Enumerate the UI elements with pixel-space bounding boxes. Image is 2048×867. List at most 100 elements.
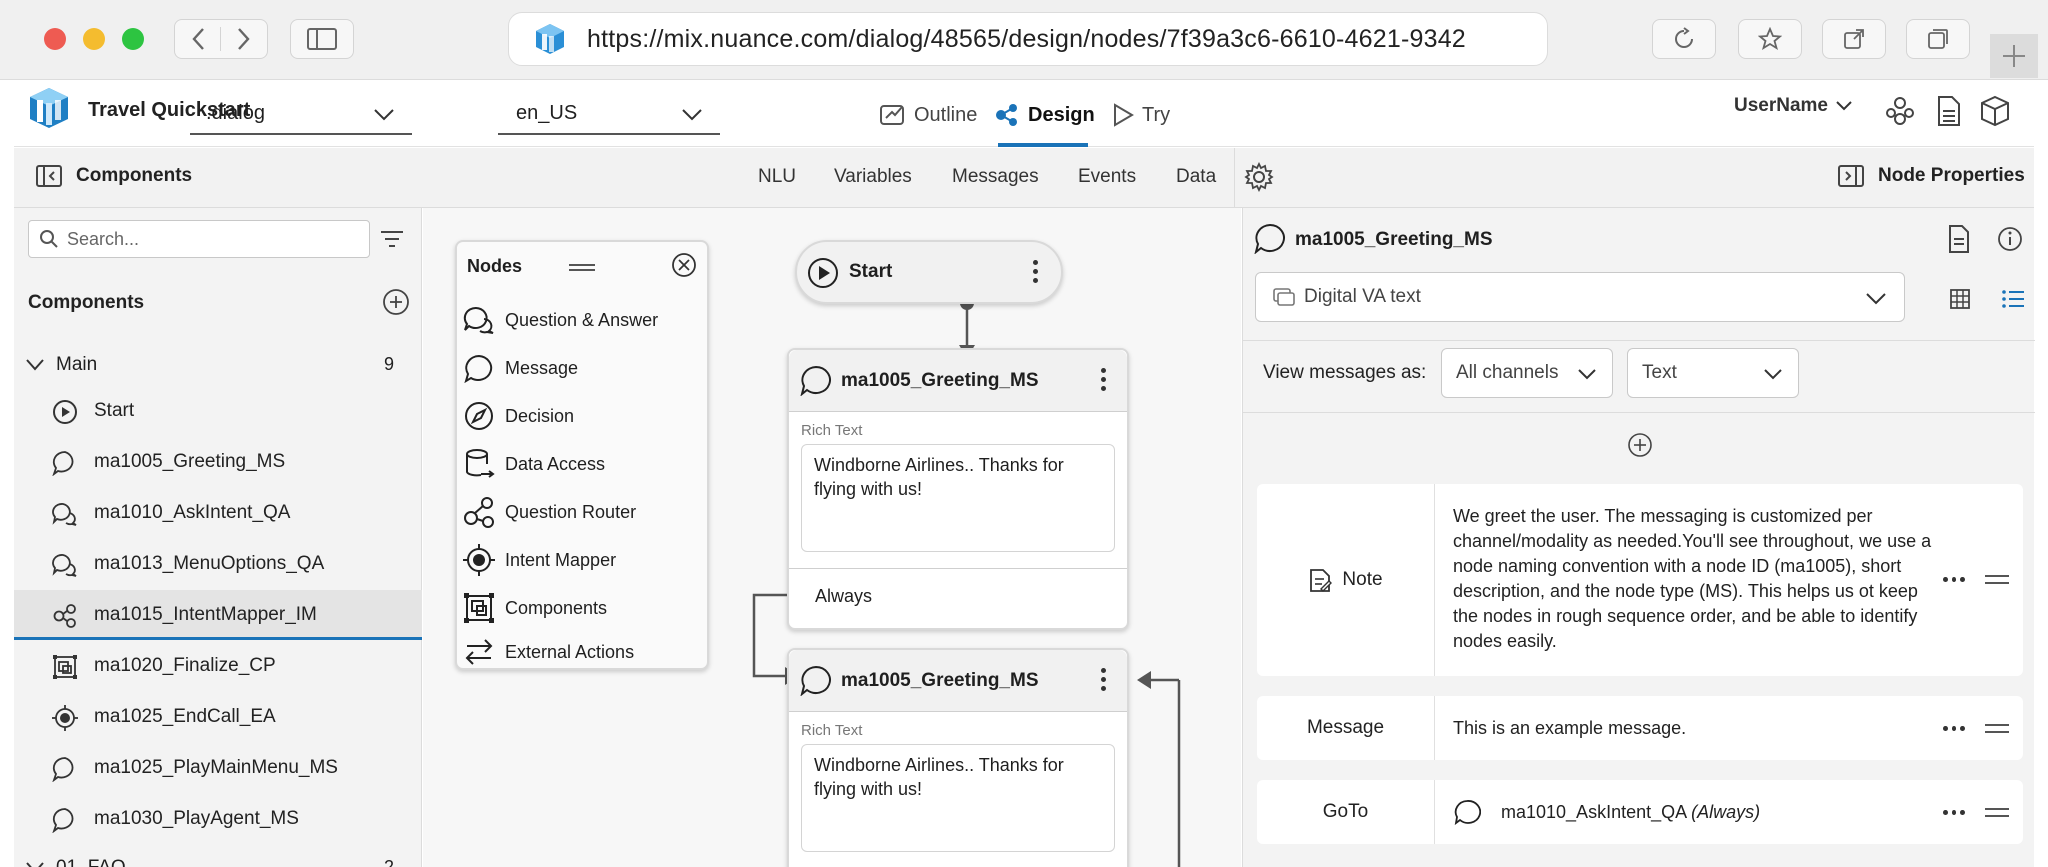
note-text[interactable]: We greet the user. The messaging is cust…: [1453, 504, 1933, 654]
goto-target-link[interactable]: ma1010_AskIntent_QA (Always): [1501, 800, 1760, 825]
settings-gear-icon[interactable]: [1244, 162, 1274, 192]
filter-icon[interactable]: [380, 230, 404, 248]
close-window-dot[interactable]: [44, 28, 66, 50]
reload-button[interactable]: [1652, 19, 1716, 59]
group-main-count: 9: [384, 354, 395, 374]
tree-item-askintent[interactable]: ma1010_AskIntent_QA: [14, 488, 422, 538]
group-main[interactable]: Main 9: [14, 342, 422, 388]
palette-item-decision[interactable]: Decision: [463, 394, 703, 438]
rich-text-box[interactable]: Windborne Airlines.. Thanks for flying w…: [801, 444, 1115, 552]
tree-item-label: ma1005_Greeting_MS: [94, 451, 286, 472]
list-view-icon[interactable]: [2001, 288, 2025, 310]
message-node[interactable]: ma1005_Greeting_MS Rich Text Windborne A…: [787, 348, 1129, 630]
message-row[interactable]: Message This is an example message.: [1257, 696, 2023, 760]
tree-item-playagent[interactable]: ma1030_PlayAgent_MS: [14, 794, 422, 844]
tab-events[interactable]: Events: [1078, 166, 1136, 188]
palette-item-message[interactable]: Message: [463, 346, 703, 390]
tree-item-finalize[interactable]: ma1020_Finalize_CP: [14, 641, 422, 691]
tab-messages[interactable]: Messages: [952, 166, 1039, 188]
components-panel: Search... Components Main 9 Start ma1005…: [14, 208, 422, 867]
decision-icon: [465, 402, 493, 430]
tab-data[interactable]: Data: [1176, 166, 1216, 188]
tab-variables[interactable]: Variables: [834, 166, 912, 188]
team-icon[interactable]: [1884, 95, 1916, 127]
tab-nlu[interactable]: NLU: [758, 166, 796, 188]
sidebar-toggle-button[interactable]: [290, 19, 354, 59]
add-row-icon[interactable]: [1627, 432, 1653, 458]
palette-item-qa[interactable]: Question & Answer: [463, 298, 703, 342]
palette-item-intent-mapper[interactable]: Intent Mapper: [463, 538, 703, 582]
drag-handle-icon[interactable]: [1985, 808, 2009, 822]
component-icon: [464, 593, 494, 623]
palette-item-external-actions[interactable]: External Actions: [463, 634, 703, 670]
note-row[interactable]: Note We greet the user. The messaging is…: [1257, 484, 2023, 676]
design-canvas[interactable]: Nodes Question & Answer Message Decision…: [423, 208, 1241, 867]
question-router-icon: [53, 604, 76, 628]
tab-outline[interactable]: Outline: [880, 95, 977, 135]
tree-item-label: Start: [94, 400, 135, 421]
goto-row[interactable]: GoTo ma1010_AskIntent_QA (Always): [1257, 780, 2023, 844]
transition-label[interactable]: Always: [815, 586, 872, 607]
palette-item-components[interactable]: Components: [463, 586, 703, 630]
node-properties-icon[interactable]: [1838, 164, 1864, 188]
play-icon: [1114, 103, 1134, 127]
bookmark-button[interactable]: [1738, 19, 1802, 59]
channel-select[interactable]: Digital VA text: [1255, 272, 1905, 322]
tree-item-intentmapper[interactable]: ma1015_IntentMapper_IM: [14, 590, 422, 640]
row-menu-icon[interactable]: [1943, 577, 1966, 582]
chevron-down-icon: [1866, 293, 1886, 305]
tabs-button[interactable]: [1906, 19, 1970, 59]
drag-handle-icon[interactable]: [1985, 724, 2009, 738]
forward-icon[interactable]: [221, 27, 267, 51]
nodes-palette-panel: Nodes Question & Answer Message Decision…: [455, 240, 709, 670]
tabs-icon: [1928, 29, 1948, 49]
rich-text-box[interactable]: Windborne Airlines.. Thanks for flying w…: [801, 744, 1115, 852]
palette-item-question-router[interactable]: Question Router: [463, 490, 703, 534]
tree-item-greeting[interactable]: ma1005_Greeting_MS: [14, 437, 422, 487]
address-bar[interactable]: https://mix.nuance.com/dialog/48565/desi…: [508, 12, 1548, 66]
info-icon[interactable]: [1997, 226, 2023, 252]
tab-try[interactable]: Try: [1112, 95, 1170, 135]
package-icon[interactable]: [1980, 95, 2010, 127]
kebab-menu-icon[interactable]: [1033, 260, 1039, 287]
user-menu[interactable]: UserName: [1734, 95, 1852, 117]
row-menu-icon[interactable]: [1943, 810, 1966, 815]
share-button[interactable]: [1822, 19, 1886, 59]
components-title: Components: [28, 292, 145, 313]
document-icon[interactable]: [1947, 224, 1971, 254]
chevron-down-icon: [26, 862, 44, 867]
kebab-menu-icon[interactable]: [1101, 668, 1107, 695]
locale-dropdown[interactable]: en_US: [498, 93, 720, 135]
kebab-menu-icon[interactable]: [1101, 368, 1107, 395]
row-menu-icon[interactable]: [1943, 726, 1966, 731]
tree-item-label: ma1020_Finalize_CP: [94, 655, 276, 676]
group-faq[interactable]: 01_FAQ 2: [14, 850, 422, 867]
maximize-window-dot[interactable]: [122, 28, 144, 50]
back-icon[interactable]: [175, 27, 221, 51]
tree-item-menuoptions[interactable]: ma1013_MenuOptions_QA: [14, 539, 422, 589]
message-text[interactable]: This is an example message.: [1453, 716, 1686, 741]
minimize-window-dot[interactable]: [83, 28, 105, 50]
tab-design[interactable]: Design: [994, 95, 1095, 135]
mix-logo-icon: [26, 85, 72, 131]
drag-handle-icon[interactable]: [569, 264, 595, 272]
new-tab-button[interactable]: [1990, 34, 2038, 78]
channels-select[interactable]: All channels: [1441, 348, 1613, 398]
node-title: ma1005_Greeting_MS: [841, 670, 1039, 691]
start-node[interactable]: Start: [795, 240, 1063, 304]
grid-view-icon[interactable]: [1949, 288, 1971, 310]
message-node[interactable]: ma1005_Greeting_MS Rich Text Windborne A…: [787, 648, 1129, 867]
search-input[interactable]: Search...: [28, 220, 370, 258]
tree-item-start[interactable]: Start: [14, 386, 422, 436]
tree-item-playmainmenu[interactable]: ma1025_PlayMainMenu_MS: [14, 743, 422, 793]
drag-handle-icon[interactable]: [1985, 575, 2009, 589]
document-icon[interactable]: [1936, 95, 1962, 127]
format-select[interactable]: Text: [1627, 348, 1799, 398]
close-palette-icon[interactable]: [671, 252, 697, 278]
dialog-dropdown[interactable]: .dialog: [190, 93, 412, 135]
add-component-icon[interactable]: [382, 288, 410, 316]
palette-item-label: Intent Mapper: [505, 549, 617, 570]
palette-item-data-access[interactable]: Data Access: [463, 442, 703, 486]
collapse-panel-icon[interactable]: [36, 164, 62, 188]
tree-item-endcall[interactable]: ma1025_EndCall_EA: [14, 692, 422, 742]
